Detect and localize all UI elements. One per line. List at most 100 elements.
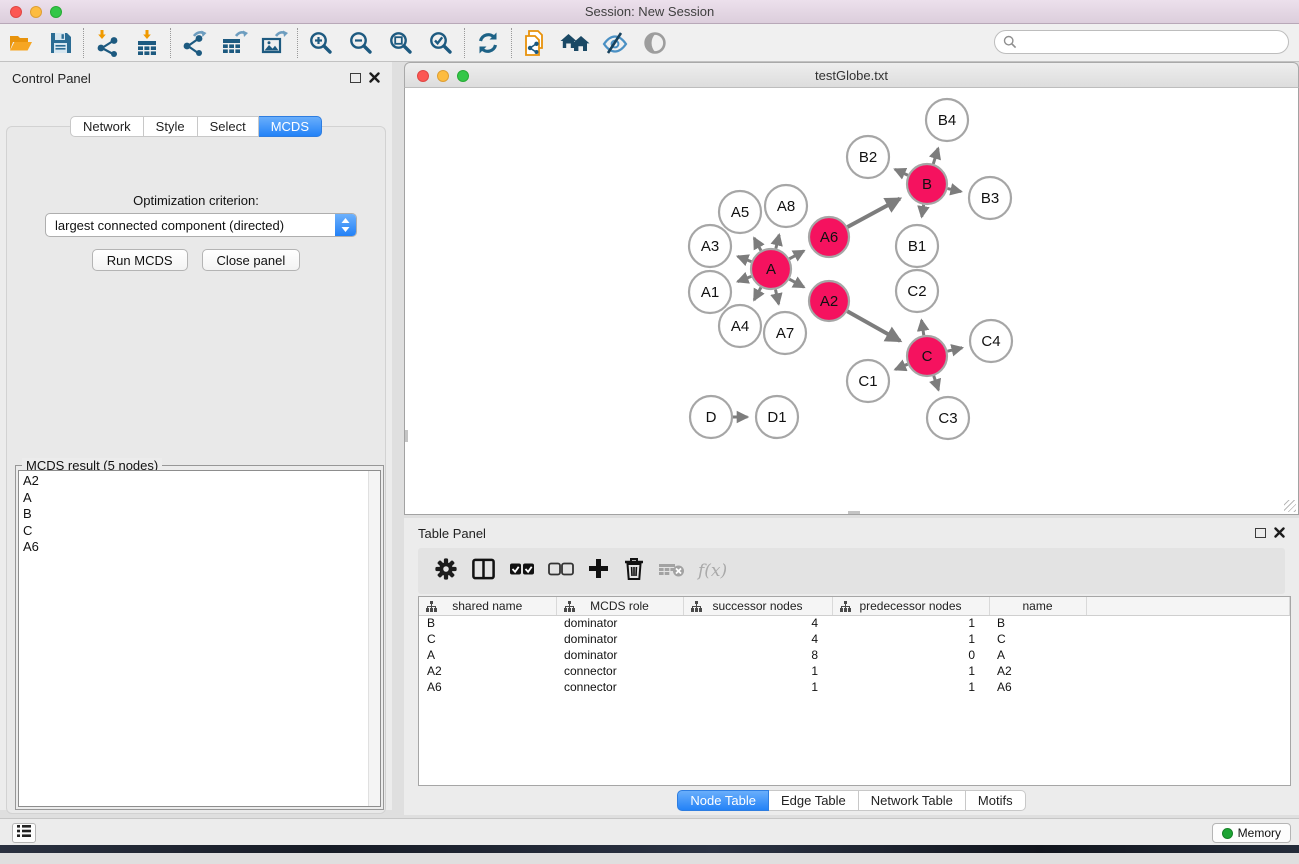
first-neighbors-button[interactable] [555,27,595,59]
export-image-button[interactable] [254,27,294,59]
table-cell[interactable]: 4 [683,615,832,631]
graph-edge-A-A6[interactable] [789,251,804,259]
table-cell[interactable]: 0 [832,647,989,663]
mcds-result-item[interactable]: A [23,490,380,507]
table-cell[interactable]: 1 [832,679,989,695]
graph-node-A1[interactable]: A1 [689,271,731,313]
table-cell[interactable]: dominator [556,615,683,631]
column-header-predecessor-nodes[interactable]: predecessor nodes [832,597,989,615]
tab-mcds[interactable]: MCDS [259,116,322,137]
close-panel-button[interactable]: Close panel [202,249,301,271]
splitter-handle[interactable] [405,430,408,442]
delete-column-button[interactable] [623,554,645,588]
table-cell[interactable]: connector [556,663,683,679]
node-table[interactable]: shared nameMCDS rolesuccessor nodesprede… [418,596,1291,786]
graph-node-D1[interactable]: D1 [756,396,798,438]
tab-select[interactable]: Select [198,116,259,137]
optimization-criterion-select[interactable]: largest connected component (directed) [45,213,357,237]
graph-edge-C-C3[interactable] [934,376,939,390]
table-cell[interactable]: connector [556,679,683,695]
graph-edge-A6-B[interactable] [847,199,899,227]
graph-edge-A-A8[interactable] [776,235,779,249]
zoom-window-button[interactable] [50,6,62,18]
graph-node-D[interactable]: D [690,396,732,438]
graph-node-A2[interactable]: A2 [809,281,849,321]
zoom-out-button[interactable] [341,27,381,59]
tab-node-table[interactable]: Node Table [677,790,769,811]
refresh-layout-button[interactable] [468,27,508,59]
table-cell[interactable]: A2 [989,663,1086,679]
float-panel-icon[interactable] [350,73,361,83]
graph-node-B[interactable]: B [907,164,947,204]
export-table-button[interactable] [214,27,254,59]
graph-edge-C-C4[interactable] [947,348,962,351]
graph-edge-B-B3[interactable] [947,189,961,192]
new-network-from-selection-button[interactable] [515,27,555,59]
graph-edge-C-C2[interactable] [922,320,924,335]
mcds-result-item[interactable]: A6 [23,539,380,556]
table-cell[interactable]: A6 [419,679,556,695]
tab-edge-table[interactable]: Edge Table [769,790,859,811]
graph-node-A[interactable]: A [751,249,791,289]
table-row[interactable]: Bdominator41B [419,615,1290,631]
graph-edge-A2-C[interactable] [847,311,900,341]
export-network-button[interactable] [174,27,214,59]
table-row[interactable]: A2connector11A2 [419,663,1290,679]
graph-node-A3[interactable]: A3 [689,225,731,267]
memory-button[interactable]: Memory [1212,823,1291,843]
graph-node-A5[interactable]: A5 [719,191,761,233]
zoom-in-button[interactable] [301,27,341,59]
table-cell[interactable]: C [989,631,1086,647]
graph-node-A4[interactable]: A4 [719,305,761,347]
tab-network[interactable]: Network [70,116,144,137]
mcds-result-list[interactable]: A2ABCA6 [18,470,381,807]
function-builder-button[interactable]: f(x) [698,554,727,588]
graph-edge-A-A2[interactable] [789,279,804,287]
minimize-window-button[interactable] [30,6,42,18]
table-settings-button[interactable] [434,554,458,588]
close-panel-icon[interactable] [369,71,380,86]
graph-edge-A-A7[interactable] [775,290,778,305]
zoom-fit-button[interactable] [381,27,421,59]
graph-edge-A-A1[interactable] [738,276,752,281]
show-columns-button[interactable] [509,554,535,588]
graph-node-B4[interactable]: B4 [926,99,968,141]
column-header-name[interactable]: name [989,597,1086,615]
graph-node-B2[interactable]: B2 [847,136,889,178]
mcds-result-item[interactable]: A2 [23,473,380,490]
graph-node-C[interactable]: C [907,336,947,376]
column-header-MCDS-role[interactable]: MCDS role [556,597,683,615]
tab-style[interactable]: Style [144,116,198,137]
graph-node-C4[interactable]: C4 [970,320,1012,362]
result-scrollbar[interactable] [368,471,380,806]
table-cell[interactable]: A2 [419,663,556,679]
table-cell[interactable]: 1 [832,615,989,631]
open-session-button[interactable] [0,27,40,59]
search-input[interactable] [994,30,1289,54]
table-cell[interactable]: B [419,615,556,631]
splitter-handle[interactable] [848,511,860,514]
graph-node-C1[interactable]: C1 [847,360,889,402]
hide-selected-button[interactable] [595,27,635,59]
close-table-panel-icon[interactable] [1274,526,1285,541]
graph-node-A6[interactable]: A6 [809,217,849,257]
import-table-button[interactable] [127,27,167,59]
graph-node-B1[interactable]: B1 [896,225,938,267]
delete-table-button[interactable] [658,554,685,588]
import-network-button[interactable] [87,27,127,59]
table-cell[interactable]: 1 [683,663,832,679]
split-table-button[interactable] [471,554,496,588]
table-cell[interactable]: 1 [683,679,832,695]
table-cell[interactable]: 4 [683,631,832,647]
network-window-title-bar[interactable]: testGlobe.txt [404,62,1299,88]
table-cell[interactable]: dominator [556,647,683,663]
create-column-button[interactable] [587,554,610,588]
network-minimize-button[interactable] [437,70,449,82]
table-cell[interactable]: B [989,615,1086,631]
network-close-button[interactable] [417,70,429,82]
mcds-result-item[interactable]: B [23,506,380,523]
tab-network-table[interactable]: Network Table [859,790,966,811]
table-cell[interactable]: 1 [832,631,989,647]
graph-edge-C-C1[interactable] [895,364,907,369]
table-cell[interactable]: A [989,647,1086,663]
